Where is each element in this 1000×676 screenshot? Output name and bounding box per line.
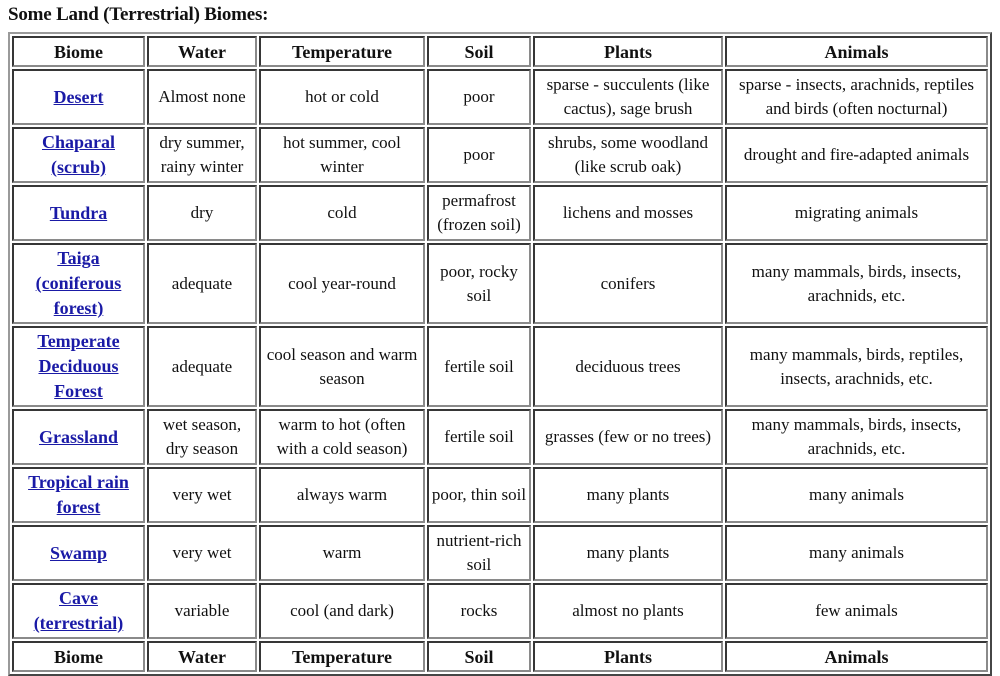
cell-animals: many mammals, birds, insects, arachnids,… — [725, 243, 988, 324]
biome-link-taiga[interactable]: Taiga (coniferous forest) — [36, 248, 122, 318]
biome-link-swamp[interactable]: Swamp — [50, 543, 107, 563]
page-title: Some Land (Terrestrial) Biomes: — [8, 4, 269, 25]
cell-water: variable — [147, 583, 257, 639]
cell-soil: poor, thin soil — [427, 467, 531, 523]
cell-soil: fertile soil — [427, 409, 531, 465]
cell-biome: Swamp — [12, 525, 145, 581]
biome-link-temperate-deciduous-forest[interactable]: Temperate Deciduous Forest — [37, 331, 119, 401]
cell-temperature: hot summer, cool winter — [259, 127, 425, 183]
cell-animals: sparse - insects, arachnids, reptiles an… — [725, 69, 988, 125]
biome-link-cave[interactable]: Cave (terrestrial) — [34, 588, 124, 633]
cell-temperature: cool season and warm season — [259, 326, 425, 407]
column-header-biome: Biome — [12, 36, 145, 67]
cell-temperature: warm to hot (often with a cold season) — [259, 409, 425, 465]
cell-plants: shrubs, some woodland (like scrub oak) — [533, 127, 723, 183]
cell-water: wet season, dry season — [147, 409, 257, 465]
cell-temperature: cool (and dark) — [259, 583, 425, 639]
column-header-animals: Animals — [725, 36, 988, 67]
biomes-table: Biome Water Temperature Soil Plants Anim… — [8, 32, 992, 676]
cell-temperature: cold — [259, 185, 425, 241]
cell-biome: Taiga (coniferous forest) — [12, 243, 145, 324]
footer-header-water: Water — [147, 641, 257, 672]
table-row: Taiga (coniferous forest) adequate cool … — [12, 243, 988, 324]
cell-plants: almost no plants — [533, 583, 723, 639]
cell-plants: deciduous trees — [533, 326, 723, 407]
footer-header-temperature: Temperature — [259, 641, 425, 672]
cell-water: adequate — [147, 243, 257, 324]
cell-temperature: hot or cold — [259, 69, 425, 125]
cell-biome: Temperate Deciduous Forest — [12, 326, 145, 407]
cell-animals: many mammals, birds, insects, arachnids,… — [725, 409, 988, 465]
column-header-soil: Soil — [427, 36, 531, 67]
footer-header-animals: Animals — [725, 641, 988, 672]
cell-water: dry summer, rainy winter — [147, 127, 257, 183]
table-row: Desert Almost none hot or cold poor spar… — [12, 69, 988, 125]
cell-soil: permafrost (frozen soil) — [427, 185, 531, 241]
table-row: Chaparal (scrub) dry summer, rainy winte… — [12, 127, 988, 183]
cell-plants: many plants — [533, 467, 723, 523]
cell-biome: Desert — [12, 69, 145, 125]
cell-water: dry — [147, 185, 257, 241]
cell-biome: Grassland — [12, 409, 145, 465]
cell-plants: grasses (few or no trees) — [533, 409, 723, 465]
cell-soil: nutrient-rich soil — [427, 525, 531, 581]
cell-temperature: always warm — [259, 467, 425, 523]
column-header-water: Water — [147, 36, 257, 67]
cell-temperature: warm — [259, 525, 425, 581]
biome-link-grassland[interactable]: Grassland — [39, 427, 118, 447]
footer-header-plants: Plants — [533, 641, 723, 672]
table-row: Temperate Deciduous Forest adequate cool… — [12, 326, 988, 407]
footer-header-soil: Soil — [427, 641, 531, 672]
cell-plants: conifers — [533, 243, 723, 324]
cell-biome: Cave (terrestrial) — [12, 583, 145, 639]
cell-biome: Tundra — [12, 185, 145, 241]
cell-temperature: cool year-round — [259, 243, 425, 324]
cell-plants: sparse - succulents (like cactus), sage … — [533, 69, 723, 125]
cell-animals: drought and fire-adapted animals — [725, 127, 988, 183]
cell-animals: migrating animals — [725, 185, 988, 241]
cell-water: very wet — [147, 525, 257, 581]
table-row: Cave (terrestrial) variable cool (and da… — [12, 583, 988, 639]
cell-water: adequate — [147, 326, 257, 407]
table-row: Grassland wet season, dry season warm to… — [12, 409, 988, 465]
cell-animals: few animals — [725, 583, 988, 639]
cell-biome: Chaparal (scrub) — [12, 127, 145, 183]
header-row: Biome Water Temperature Soil Plants Anim… — [12, 36, 988, 67]
cell-animals: many animals — [725, 525, 988, 581]
cell-soil: poor, rocky soil — [427, 243, 531, 324]
cell-plants: many plants — [533, 525, 723, 581]
biome-link-desert[interactable]: Desert — [54, 87, 104, 107]
cell-soil: poor — [427, 69, 531, 125]
table-row: Swamp very wet warm nutrient-rich soil m… — [12, 525, 988, 581]
cell-water: very wet — [147, 467, 257, 523]
cell-animals: many animals — [725, 467, 988, 523]
footer-header-row: Biome Water Temperature Soil Plants Anim… — [12, 641, 988, 672]
biome-link-tundra[interactable]: Tundra — [50, 203, 107, 223]
cell-biome: Tropical rain forest — [12, 467, 145, 523]
column-header-plants: Plants — [533, 36, 723, 67]
biome-link-tropical-rain-forest[interactable]: Tropical rain forest — [28, 472, 129, 517]
column-header-temperature: Temperature — [259, 36, 425, 67]
biome-link-chaparal[interactable]: Chaparal (scrub) — [42, 132, 115, 177]
cell-soil: rocks — [427, 583, 531, 639]
cell-water: Almost none — [147, 69, 257, 125]
cell-soil: fertile soil — [427, 326, 531, 407]
table-row: Tundra dry cold permafrost (frozen soil)… — [12, 185, 988, 241]
table-row: Tropical rain forest very wet always war… — [12, 467, 988, 523]
footer-header-biome: Biome — [12, 641, 145, 672]
cell-animals: many mammals, birds, reptiles, insects, … — [725, 326, 988, 407]
cell-plants: lichens and mosses — [533, 185, 723, 241]
cell-soil: poor — [427, 127, 531, 183]
